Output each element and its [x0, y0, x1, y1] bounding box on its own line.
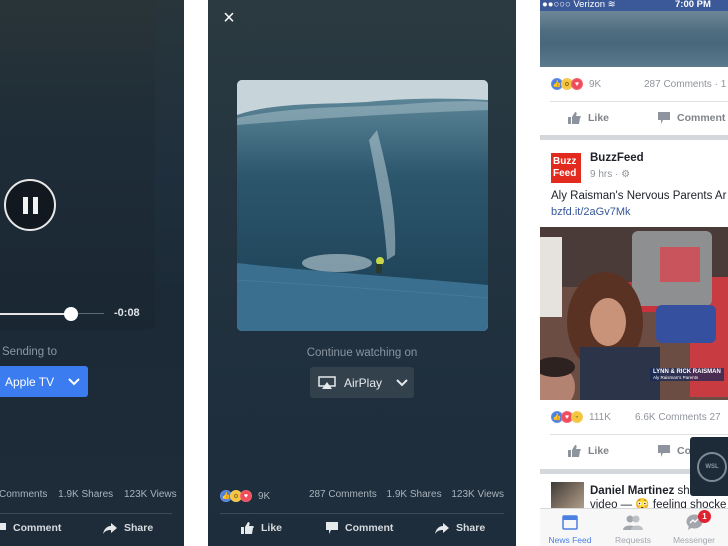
- post-link[interactable]: bzfd.it/2aGv7Mk: [551, 206, 630, 218]
- views-count: 123K Views: [123, 489, 177, 500]
- shares-count[interactable]: 1.9K Shares: [58, 489, 113, 500]
- action-bar: Comment Share: [0, 522, 184, 538]
- chevron-down-icon: [396, 378, 408, 387]
- divider: [220, 513, 504, 514]
- post-video-thumbnail[interactable]: LYNN & RICK RAISMAN Aly Raisman's Parent…: [540, 227, 728, 400]
- device-name: Apple TV: [5, 374, 55, 389]
- airplay-button[interactable]: AirPlay: [310, 367, 414, 398]
- video-thumbnail[interactable]: [237, 80, 488, 331]
- comments-count[interactable]: Comments: [0, 489, 47, 500]
- messenger-icon: 1: [664, 510, 724, 531]
- wifi-icon: ≋: [607, 0, 616, 10]
- video-stats: 287 Comments 1.9K Shares 123K Views: [302, 489, 504, 500]
- post-footer: 👍 o ♥ 9K 287 Comments · 1 Like Comment: [540, 67, 728, 135]
- wave-surfer-image: [237, 80, 488, 331]
- wsl-logo: WSL: [697, 451, 727, 482]
- chevron-down-icon: [68, 375, 80, 389]
- comment-button[interactable]: Comment: [326, 522, 393, 534]
- buzzfeed-logo[interactable]: Buzz Feed: [551, 153, 581, 183]
- like-button[interactable]: Like: [568, 112, 609, 124]
- comment-icon: [658, 445, 670, 457]
- shares-count[interactable]: 1.9K Shares: [387, 489, 442, 500]
- comments-count[interactable]: 287 Comments: [309, 489, 377, 500]
- reaction-count: 9K: [258, 490, 271, 502]
- share-icon: [103, 522, 117, 534]
- like-icon: [568, 445, 581, 457]
- post-author[interactable]: Daniel Martinez: [590, 485, 674, 497]
- comment-button[interactable]: Co: [658, 445, 691, 457]
- photo-caption: LYNN & RICK RAISMAN Aly Raisman's Parent…: [650, 368, 724, 381]
- continue-watching-label: Continue watching on: [306, 347, 418, 359]
- scrubber-played: [0, 313, 71, 315]
- share-button[interactable]: Share: [435, 522, 485, 534]
- tab-bar: News Feed Requests 1 Messenger: [540, 508, 728, 546]
- comment-button[interactable]: Comment: [658, 112, 725, 124]
- share-icon: [435, 522, 449, 534]
- notification-badge: 1: [698, 510, 711, 523]
- share-button[interactable]: Share: [103, 522, 153, 534]
- pause-button[interactable]: [4, 179, 56, 231]
- tab-messenger[interactable]: 1 Messenger: [664, 510, 724, 545]
- comment-button[interactable]: Comment: [0, 522, 61, 534]
- time-remaining: -0:08: [114, 307, 140, 319]
- video-post-thumbnail[interactable]: [540, 11, 728, 67]
- divider: [550, 101, 728, 102]
- reactions-summary[interactable]: 👍 o ♥ 9K: [220, 490, 270, 502]
- status-bar: ●●○○○ Verizon ≋ 7:00 PM: [540, 0, 728, 11]
- comment-icon: [326, 522, 338, 534]
- video-player[interactable]: [0, 0, 155, 330]
- clock: 7:00 PM: [675, 0, 711, 10]
- sending-to-label: Sending to: [2, 346, 57, 358]
- playback-scrubber[interactable]: [0, 307, 104, 321]
- tab-news-feed[interactable]: News Feed: [540, 513, 600, 545]
- like-button[interactable]: Like: [241, 522, 282, 534]
- divider: [550, 434, 728, 435]
- cast-device-button[interactable]: Apple TV: [0, 366, 88, 397]
- like-icon: [568, 112, 581, 124]
- comments-count[interactable]: 6.6K Comments 27: [635, 412, 721, 423]
- airplay-label: AirPlay: [344, 375, 383, 390]
- post-timestamp: 9 hrs · ⚙: [590, 169, 631, 180]
- post-stats: 👍 o ♥ 9K 287 Comments · 1: [540, 67, 728, 101]
- close-icon[interactable]: ×: [220, 8, 238, 28]
- comment-icon: [0, 523, 6, 530]
- comment-icon: [658, 112, 670, 124]
- right-phone-screen: ●●○○○ Verizon ≋ 7:00 PM 👍 o ♥ 9K 287 Com…: [540, 0, 728, 546]
- divider: [0, 513, 172, 514]
- reaction-count: 9K: [589, 78, 602, 90]
- picture-in-picture-video[interactable]: WSL: [690, 437, 728, 496]
- tab-requests[interactable]: Requests: [603, 513, 663, 545]
- friend-requests-icon: [603, 513, 663, 531]
- airplay-icon: [318, 375, 336, 390]
- comments-count[interactable]: 287 Comments · 1: [644, 79, 726, 90]
- like-icon: [241, 522, 254, 534]
- middle-phone-screen: × Continue watching on AirPlay 👍 o ♥ 9K …: [208, 0, 516, 546]
- like-button[interactable]: Like: [568, 445, 609, 457]
- reactions-summary[interactable]: 👍 o ♥ 9K: [551, 78, 601, 90]
- scrubber-handle[interactable]: [64, 307, 78, 321]
- reactions-summary[interactable]: 👍 ♥ ᵕ 111K: [551, 411, 611, 423]
- reaction-count: 111K: [589, 411, 611, 423]
- post-stats: 👍 ♥ ᵕ 111K 6.6K Comments 27: [540, 400, 728, 434]
- carrier-label: ●●○○○ Verizon ≋: [542, 0, 616, 10]
- feed-post: Buzz Feed BuzzFeed 9 hrs · ⚙ Aly Raisman…: [540, 140, 728, 469]
- left-phone-screen: -0:08 Sending to Apple TV Comments 1.9K …: [0, 0, 184, 546]
- news-feed-icon: [540, 513, 600, 531]
- action-bar: Like Comment Share: [208, 522, 516, 538]
- pause-icon: [22, 196, 28, 214]
- stage: -0:08 Sending to Apple TV Comments 1.9K …: [0, 0, 728, 546]
- haha-reaction-icon: ᵕ: [571, 411, 583, 423]
- post-author[interactable]: BuzzFeed: [590, 152, 644, 164]
- love-reaction-icon: ♥: [240, 490, 252, 502]
- love-reaction-icon: ♥: [571, 78, 583, 90]
- views-count: 123K Views: [451, 489, 504, 500]
- action-bar: Like Comment: [540, 112, 728, 128]
- video-stats: Comments 1.9K Shares 123K Views: [0, 489, 184, 500]
- post-text: Aly Raisman's Nervous Parents Ar: [551, 190, 727, 202]
